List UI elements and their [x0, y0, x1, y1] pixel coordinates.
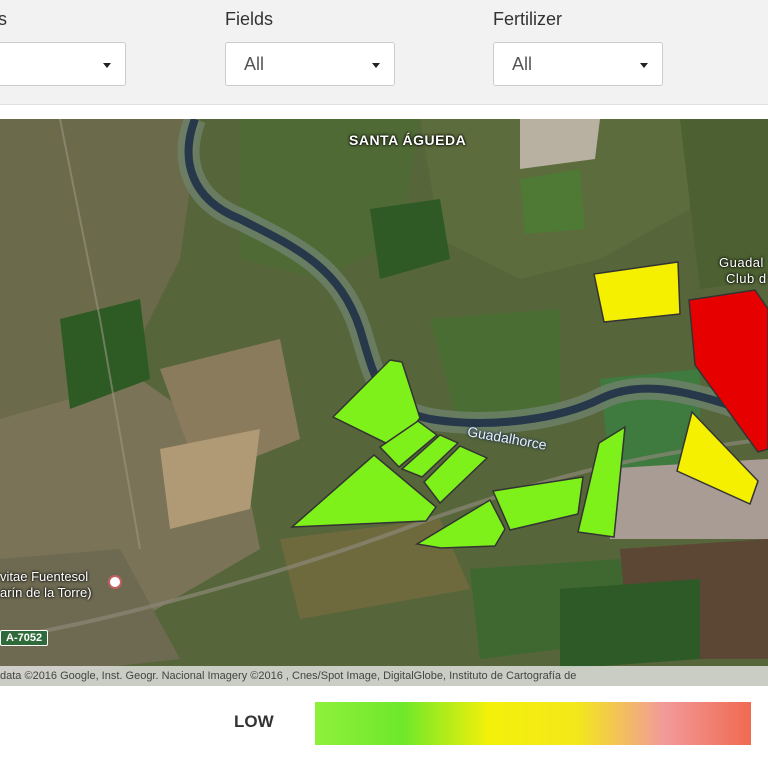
chevron-down-icon	[103, 63, 111, 68]
fields-label: Fields	[225, 9, 274, 29]
fertilizer-select[interactable]: All	[493, 42, 663, 86]
fields-select[interactable]: All	[225, 42, 395, 86]
satellite-map[interactable]: SANTA ÁGUEDA Guadal Club d Guadalhorce v…	[0, 119, 768, 686]
map-imagery	[0, 119, 768, 686]
fields-select-value: All	[244, 54, 265, 74]
place-label-guadal-club-1: Guadal	[719, 255, 764, 270]
fertilizer-label: Fertilizer	[493, 9, 563, 29]
map-attribution: data ©2016 Google, Inst. Geogr. Nacional…	[0, 666, 768, 686]
place-label-santa-agueda: SANTA ÁGUEDA	[349, 132, 467, 148]
chevron-down-icon	[640, 63, 648, 68]
legend-gradient-bar	[315, 702, 751, 745]
fertilizer-select-value: All	[512, 54, 533, 74]
poi-label-line2: arín de la Torre)	[0, 585, 92, 600]
partial-select[interactable]	[0, 42, 126, 86]
poi-label-line1: vitae Fuentesol	[0, 569, 89, 584]
filter-bar: s Fields All Fertilizer All	[0, 0, 768, 105]
road-shield-a7052: A-7052	[0, 630, 49, 646]
chevron-down-icon	[372, 63, 380, 68]
place-label-guadal-club-2: Club d	[726, 271, 767, 286]
legend-low-label: LOW	[234, 712, 274, 731]
filter-label-partial: s	[0, 9, 7, 29]
poi-marker-icon[interactable]	[108, 575, 122, 589]
legend: LOW	[0, 688, 768, 768]
